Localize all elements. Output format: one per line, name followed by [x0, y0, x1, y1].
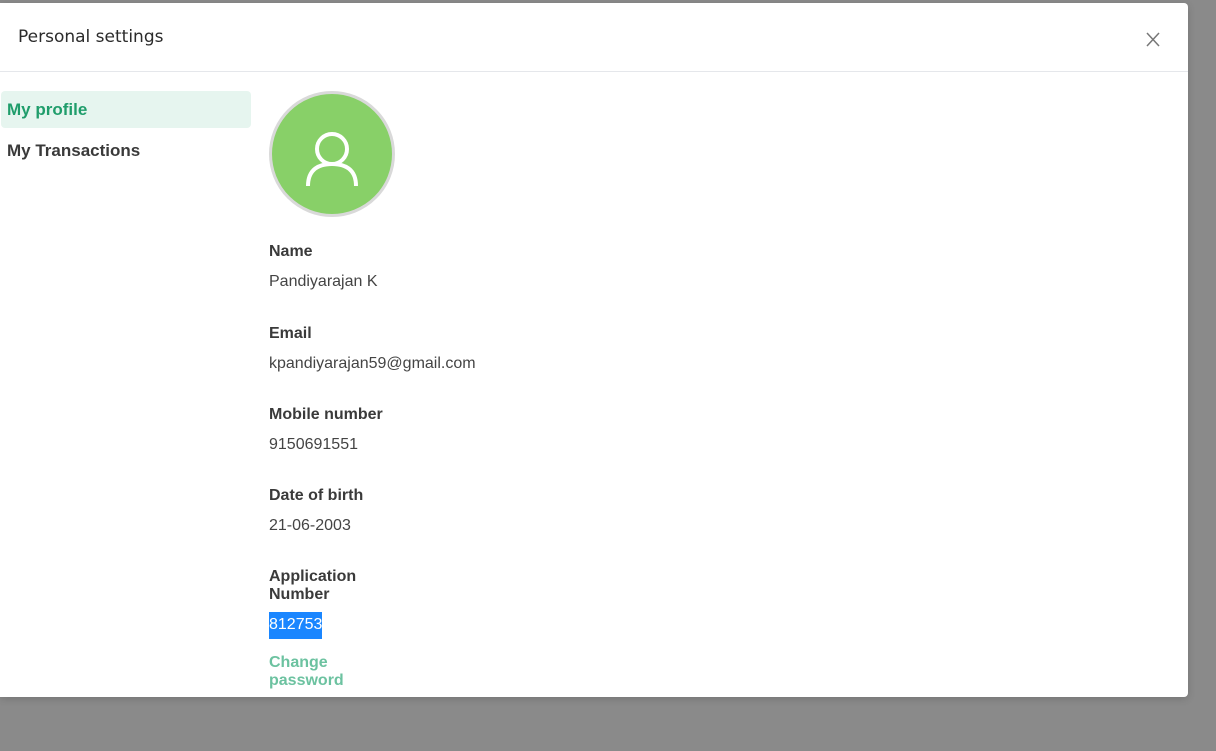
mobile-label: Mobile number — [269, 406, 383, 423]
name-field: Name Pandiyarajan K — [269, 243, 378, 291]
application-number-label: Application Number — [269, 568, 357, 603]
close-button[interactable] — [1140, 25, 1166, 51]
change-password-link[interactable]: Change password — [269, 654, 395, 690]
sidebar-item-my-transactions[interactable]: My Transactions — [1, 132, 251, 169]
close-icon — [1146, 32, 1160, 47]
application-number-field: Application Number 812753 — [269, 568, 395, 639]
sidebar-item-my-profile[interactable]: My profile — [1, 91, 251, 128]
personal-settings-modal: Personal settings My profile My Transact… — [0, 3, 1188, 697]
name-value: Pandiyarajan K — [269, 273, 378, 290]
mobile-field: Mobile number 9150691551 — [269, 406, 383, 454]
name-label: Name — [269, 243, 313, 260]
settings-sidebar: My profile My Transactions — [0, 91, 252, 173]
profile-content: Name Pandiyarajan K Email kpandiyarajan5… — [269, 91, 476, 689]
email-field: Email kpandiyarajan59@gmail.com — [269, 325, 476, 373]
dob-field: Date of birth 21-06-2003 — [269, 487, 363, 535]
dob-value: 21-06-2003 — [269, 517, 351, 534]
modal-header: Personal settings — [0, 3, 1188, 72]
mobile-value: 9150691551 — [269, 436, 358, 453]
modal-title: Personal settings — [18, 27, 164, 47]
avatar — [269, 91, 395, 217]
email-label: Email — [269, 325, 312, 342]
application-number-value: 812753 — [269, 612, 395, 639]
application-number-selected-text: 812753 — [269, 612, 323, 639]
user-icon — [306, 132, 358, 187]
email-value: kpandiyarajan59@gmail.com — [269, 355, 476, 372]
dob-label: Date of birth — [269, 487, 364, 504]
